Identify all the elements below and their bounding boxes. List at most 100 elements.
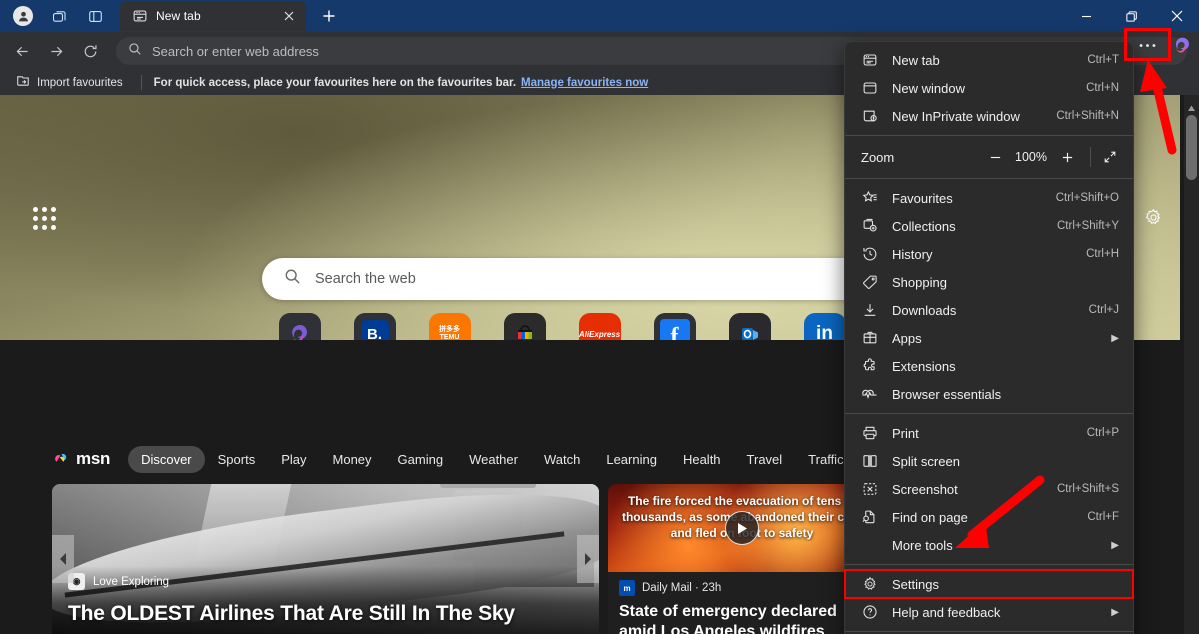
menu-item-shopping[interactable]: Shopping	[845, 268, 1133, 296]
chevron-right-icon: ▶	[1111, 606, 1119, 618]
menu-item-shortcut: Ctrl+F	[1087, 511, 1119, 523]
menu-item-print[interactable]: Print Ctrl+P	[845, 419, 1133, 447]
source-badge: m	[619, 580, 635, 596]
back-button[interactable]	[6, 35, 38, 67]
menu-item-favourites[interactable]: Favourites Ctrl+Shift+O	[845, 184, 1133, 212]
close-icon[interactable]	[280, 7, 298, 25]
import-favourites-button[interactable]: Import favourites	[10, 72, 129, 93]
menu-item-label: Shopping	[892, 274, 947, 290]
manage-favourites-link[interactable]: Manage favourites now	[521, 77, 648, 89]
menu-item-screenshot[interactable]: Screenshot Ctrl+Shift+S	[845, 475, 1133, 503]
divider	[845, 413, 1133, 414]
msn-tab-gaming[interactable]: Gaming	[385, 446, 457, 473]
news-card-secondary[interactable]: The fire forced the evacuation of tens o…	[608, 484, 876, 634]
minimize-icon[interactable]	[1064, 0, 1109, 32]
title-bar: New tab	[0, 0, 1199, 32]
refresh-button[interactable]	[74, 35, 106, 67]
tab-actions-menu-icon[interactable]	[78, 1, 112, 31]
close-icon[interactable]	[1154, 0, 1199, 32]
tabstrip-left-controls: New tab	[0, 0, 344, 32]
tab-new-tab[interactable]: New tab	[120, 1, 306, 31]
menu-item-shortcut: Ctrl+N	[1086, 82, 1119, 94]
restore-icon[interactable]	[1109, 0, 1154, 32]
carousel-prev-button[interactable]	[52, 535, 74, 583]
menu-item-extensions[interactable]: Extensions	[845, 352, 1133, 380]
menu-item-history[interactable]: History Ctrl+H	[845, 240, 1133, 268]
msn-tab-travel[interactable]: Travel	[734, 446, 796, 473]
menu-item-shortcut: Ctrl+Shift+S	[1057, 483, 1119, 495]
split-screen-icon	[861, 453, 878, 470]
workspaces-icon[interactable]	[42, 1, 76, 31]
gear-icon	[861, 576, 878, 593]
chevron-right-icon: ▶	[1111, 332, 1119, 344]
menu-item-more-tools[interactable]: More tools ▶	[845, 531, 1133, 559]
play-icon[interactable]	[725, 511, 759, 545]
menu-item-split-screen[interactable]: Split screen	[845, 447, 1133, 475]
menu-item-new-tab[interactable]: New tab Ctrl+T	[845, 46, 1133, 74]
help-icon	[861, 604, 878, 621]
collections-icon	[861, 218, 878, 235]
news-card-primary[interactable]: ◉ Love Exploring The OLDEST Airlines Tha…	[52, 484, 599, 634]
copilot-button[interactable]	[1172, 35, 1193, 61]
zoom-out-button[interactable]	[980, 144, 1010, 170]
menu-item-downloads[interactable]: Downloads Ctrl+J	[845, 296, 1133, 324]
msn-tab-play[interactable]: Play	[268, 446, 319, 473]
msn-tab-money[interactable]: Money	[320, 446, 385, 473]
menu-item-label: Settings	[892, 576, 939, 592]
carousel-next-button[interactable]	[577, 535, 599, 583]
menu-item-label: Apps	[892, 330, 922, 346]
new-tab-button[interactable]	[314, 1, 344, 31]
menu-item-browser-essentials[interactable]: Browser essentials	[845, 380, 1133, 408]
menu-item-new-window[interactable]: New window Ctrl+N	[845, 74, 1133, 102]
page-settings-gear-icon[interactable]	[1144, 208, 1163, 232]
search-placeholder: Search the web	[315, 271, 416, 287]
card-source: m Daily Mail · 23h	[619, 580, 721, 596]
star-icon	[861, 190, 878, 207]
profile-button[interactable]	[6, 1, 40, 31]
menu-item-help-and-feedback[interactable]: Help and feedback ▶	[845, 598, 1133, 626]
screenshot-icon	[861, 481, 878, 498]
settings-and-more-button[interactable]	[1128, 33, 1166, 57]
divider	[845, 564, 1133, 565]
msn-tab-weather[interactable]: Weather	[456, 446, 531, 473]
msn-tab-learning[interactable]: Learning	[593, 446, 670, 473]
fullscreen-button[interactable]	[1095, 144, 1125, 170]
search-input[interactable]: Search the web	[262, 258, 902, 300]
scroll-up-arrow-icon[interactable]	[1187, 100, 1196, 111]
zoom-in-button[interactable]	[1052, 144, 1082, 170]
menu-item-label: Extensions	[892, 358, 956, 374]
msn-tab-discover[interactable]: Discover	[128, 445, 205, 473]
msn-logo[interactable]: msn	[52, 449, 110, 469]
scrollbar-thumb[interactable]	[1186, 115, 1197, 180]
menu-item-find-on-page[interactable]: Find on page Ctrl+F	[845, 503, 1133, 531]
msn-tab-health[interactable]: Health	[670, 446, 734, 473]
menu-item-apps[interactable]: Apps ▶	[845, 324, 1133, 352]
menu-item-label: History	[892, 246, 933, 262]
menu-item-label: More tools	[892, 537, 953, 553]
menu-item-new-inprivate-window[interactable]: New InPrivate window Ctrl+Shift+N	[845, 102, 1133, 130]
extensions-icon	[861, 358, 878, 375]
new-tab-icon	[861, 52, 878, 69]
menu-item-label: Downloads	[892, 302, 957, 318]
menu-item-label: Split screen	[892, 453, 960, 469]
new-window-icon	[861, 80, 878, 97]
inprivate-icon	[861, 108, 878, 125]
forward-button[interactable]	[40, 35, 72, 67]
msn-tab-watch[interactable]: Watch	[531, 446, 593, 473]
menu-item-label: New tab	[892, 52, 940, 68]
menu-item-settings[interactable]: Settings	[844, 569, 1134, 599]
menu-item-collections[interactable]: Collections Ctrl+Shift+Y	[845, 212, 1133, 240]
microsoft-apps-grid-icon[interactable]	[33, 207, 56, 230]
menu-item-label: Screenshot	[892, 481, 958, 497]
vertical-scrollbar[interactable]	[1184, 95, 1199, 634]
tab-title: New tab	[156, 9, 201, 23]
msn-tab-sports[interactable]: Sports	[205, 446, 269, 473]
card-headline: The OLDEST Airlines That Are Still In Th…	[68, 602, 515, 625]
heartbeat-icon	[861, 386, 878, 403]
import-icon	[16, 74, 30, 91]
window-controls	[1064, 0, 1199, 32]
divider	[845, 178, 1133, 179]
history-icon	[861, 246, 878, 263]
zoom-value: 100%	[1015, 150, 1047, 164]
search-icon	[128, 42, 142, 61]
